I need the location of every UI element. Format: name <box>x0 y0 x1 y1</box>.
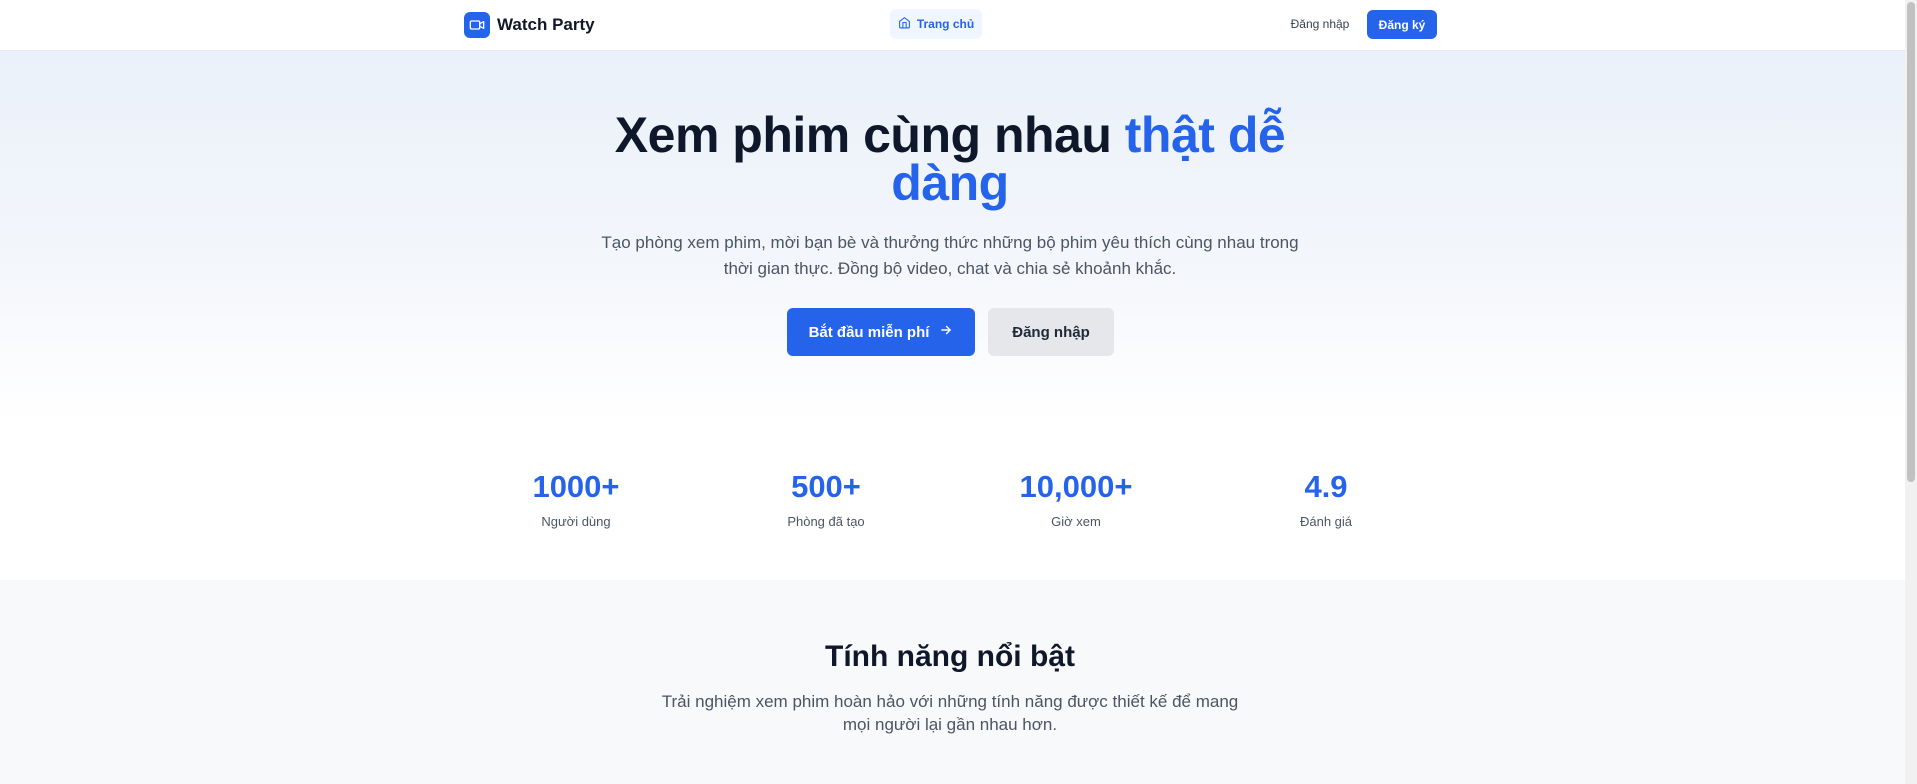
stat-value: 4.9 <box>1304 469 1348 504</box>
stat-value: 10,000+ <box>1019 469 1133 504</box>
brand-logo-link[interactable]: Watch Party <box>464 12 595 38</box>
stat-users: 1000+ Người dùng <box>476 468 676 529</box>
brand-name: Watch Party <box>497 15 595 34</box>
stat-value: 1000+ <box>532 469 620 504</box>
page-scrollbar[interactable] <box>1905 0 1917 784</box>
stat-label: Người dùng <box>541 514 611 529</box>
features-title: Tính năng nổi bật <box>825 640 1075 673</box>
stat-rating: 4.9 Đánh giá <box>1226 468 1426 529</box>
nav-home-link[interactable]: Trang chủ <box>890 9 982 39</box>
features-section: Tính năng nổi bật Trải nghiệm xem phim h… <box>0 580 1905 784</box>
start-free-label: Bắt đầu miễn phí <box>808 323 930 341</box>
hero-title: Xem phim cùng nhau thật dễ dàng <box>560 110 1340 208</box>
stat-label: Giờ xem <box>1051 514 1101 529</box>
video-camera-icon <box>464 12 490 38</box>
arrow-right-icon <box>939 323 953 341</box>
header-register-button[interactable]: Đăng ký <box>1367 10 1437 39</box>
scrollbar-thumb[interactable] <box>1907 2 1915 482</box>
hero-title-main: Xem phim cùng nhau <box>614 107 1125 163</box>
stat-label: Phòng đã tạo <box>787 514 865 529</box>
header-login-button[interactable]: Đăng nhập <box>1283 9 1357 39</box>
hero-subtitle: Tạo phòng xem phim, mời bạn bè và thưởng… <box>601 233 1299 278</box>
hero-login-button[interactable]: Đăng nhập <box>988 308 1114 356</box>
features-subtitle: Trải nghiệm xem phim hoàn hảo với những … <box>661 692 1239 734</box>
stat-watch-hours: 10,000+ Giờ xem <box>976 468 1176 529</box>
stat-rooms: 500+ Phòng đã tạo <box>726 468 926 529</box>
stat-label: Đánh giá <box>1299 514 1353 529</box>
home-icon <box>898 16 911 32</box>
stat-value: 500+ <box>791 469 861 504</box>
nav-home-label: Trang chủ <box>916 17 975 31</box>
start-free-button[interactable]: Bắt đầu miễn phí <box>787 308 975 356</box>
top-navbar: Watch Party Trang chủ Đăng nhập Đăng ký <box>0 0 1905 51</box>
